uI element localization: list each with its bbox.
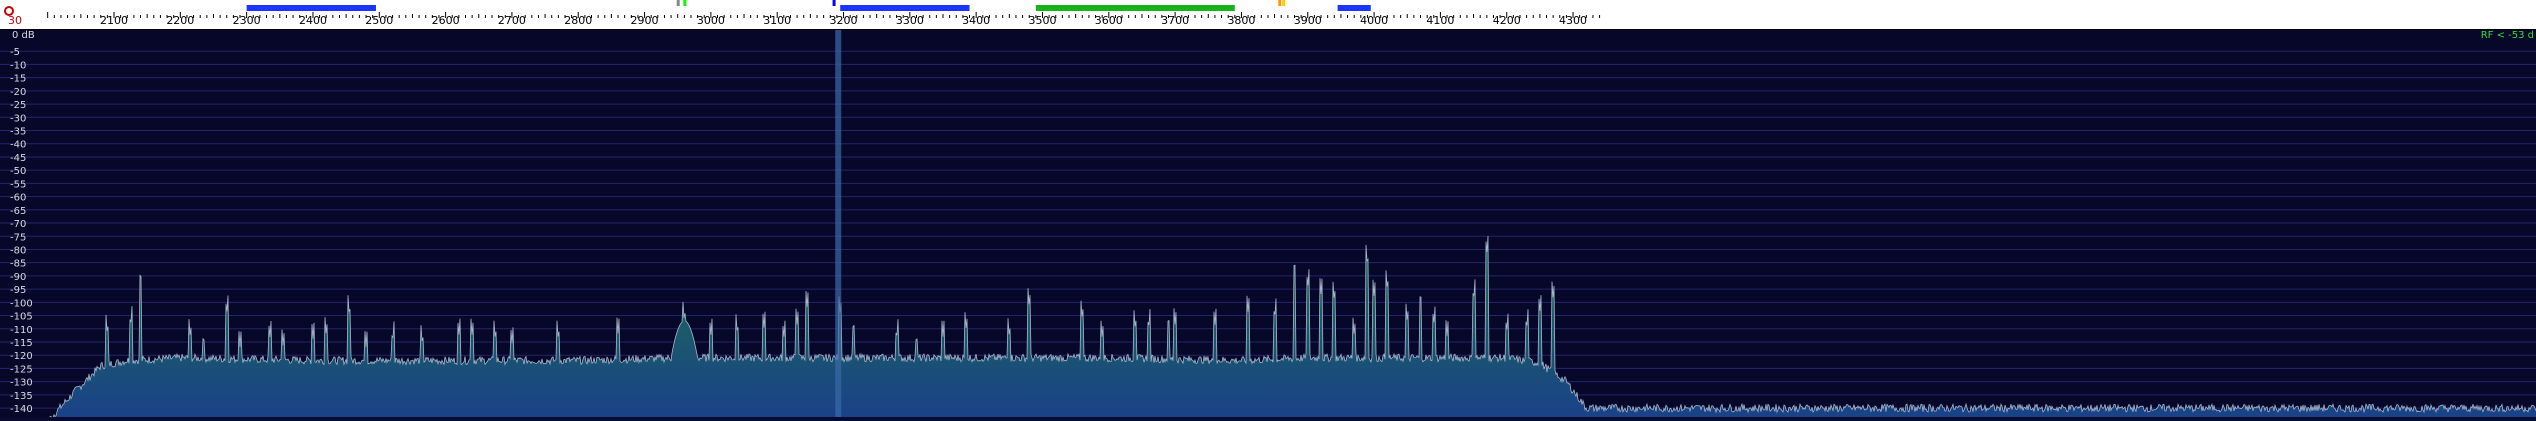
frequency-tick-label: 4100 (1426, 14, 1454, 27)
amplitude-tick-label: -5 (10, 47, 20, 58)
frequency-tick-label: 2400 (299, 14, 327, 27)
frequency-tick-label: 2700 (498, 14, 526, 27)
amplitude-tick-label: -100 (10, 298, 33, 309)
amplitude-tick-label: -90 (10, 272, 26, 283)
frequency-tick-label: 4200 (1493, 14, 1521, 27)
station-marker[interactable] (1260, 0, 1264, 6)
amplitude-tick-label: -40 (10, 140, 26, 151)
frequency-tick-label: 3200 (830, 14, 858, 27)
frequency-tick-label: 2200 (166, 14, 194, 27)
frequency-tick-label: 3100 (763, 14, 791, 27)
amplitude-tick-label: -140 (10, 404, 33, 415)
amplitude-tick-label: -130 (10, 378, 33, 389)
frequency-tick-label: 3400 (962, 14, 990, 27)
frequency-tick-label: 4000 (1360, 14, 1388, 27)
frequency-tick-label: 3900 (1294, 14, 1322, 27)
station-marker[interactable] (1282, 0, 1286, 6)
amplitude-tick-label: -50 (10, 166, 26, 177)
frequency-tick-label: 3800 (1227, 14, 1255, 27)
amplitude-tick-label: -35 (10, 127, 26, 138)
frequency-scale[interactable]: 30 2100 2200 2300 2400 2500 2600 2700 2800 2900 3… (0, 0, 2536, 30)
frequency-tick-label: 3000 (697, 14, 725, 27)
frequency-tick-label: 2600 (432, 14, 460, 27)
amplitude-tick-label: -75 (10, 232, 26, 243)
rf-indicator: RF < -53 d (2481, 30, 2534, 41)
frequency-tick-label: 2500 (365, 14, 393, 27)
frequency-tick-label: 3500 (1028, 14, 1056, 27)
frequency-tick-label: 3700 (1161, 14, 1189, 27)
frequency-tick-label: 2900 (631, 14, 659, 27)
frequency-tick-label: 4300 (1559, 14, 1587, 27)
band-bar[interactable] (1337, 5, 1371, 11)
amplitude-tick-label: -85 (10, 259, 26, 270)
amplitude-tick-label: -25 (10, 100, 26, 111)
frequency-tick-label: 3600 (1095, 14, 1123, 27)
band-bar[interactable] (840, 5, 970, 11)
amplitude-tick-label: -125 (10, 364, 33, 375)
amplitude-tick-label: -105 (10, 312, 33, 323)
amplitude-unit-label: 0 dB (12, 30, 35, 41)
amplitude-tick-label: -20 (10, 87, 26, 98)
amplitude-tick-label: -65 (10, 206, 26, 217)
amplitude-tick-label: -10 (10, 60, 26, 71)
tuned-frequency-marker[interactable] (835, 30, 842, 417)
station-marker[interactable] (683, 0, 687, 6)
band-bar[interactable] (246, 5, 376, 11)
frequency-tick-label: 2800 (564, 14, 592, 27)
frequency-tick-label: 2100 (100, 14, 128, 27)
amplitude-tick-label: -30 (10, 113, 26, 124)
amplitude-tick-label: -80 (10, 245, 26, 256)
amplitude-tick-label: -120 (10, 351, 33, 362)
station-marker[interactable] (1278, 0, 1282, 6)
station-marker[interactable] (832, 0, 836, 6)
frequency-tick-label: 3300 (896, 14, 924, 27)
band-bar[interactable] (1035, 5, 1235, 11)
amplitude-tick-label: -55 (10, 179, 26, 190)
frequency-scale-svg[interactable]: 30 2100 2200 2300 2400 2500 2600 2700 2800 2900 3… (0, 0, 2536, 30)
scale-start-label: 30 (8, 14, 22, 27)
amplitude-tick-label: -45 (10, 153, 26, 164)
amplitude-tick-label: -110 (10, 325, 33, 336)
station-marker[interactable] (676, 0, 680, 6)
frequency-tick-label: 2300 (233, 14, 261, 27)
amplitude-tick-label: -70 (10, 219, 26, 230)
amplitude-tick-label: -15 (10, 74, 26, 85)
amplitude-tick-label: -135 (10, 391, 33, 402)
amplitude-tick-label: -60 (10, 193, 26, 204)
amplitude-tick-label: -95 (10, 285, 26, 296)
station-marker[interactable] (1452, 0, 1456, 6)
amplitude-tick-label: -115 (10, 338, 33, 349)
spectrum-svg[interactable]: 0 dB -5 -10 -15 -20 -25 -30 -35 -40 -45 -50 -55 -60… (0, 30, 2536, 421)
spectrum-display[interactable]: 0 dB -5 -10 -15 -20 -25 -30 -35 -40 -45 -50 -55 -60… (0, 30, 2536, 421)
